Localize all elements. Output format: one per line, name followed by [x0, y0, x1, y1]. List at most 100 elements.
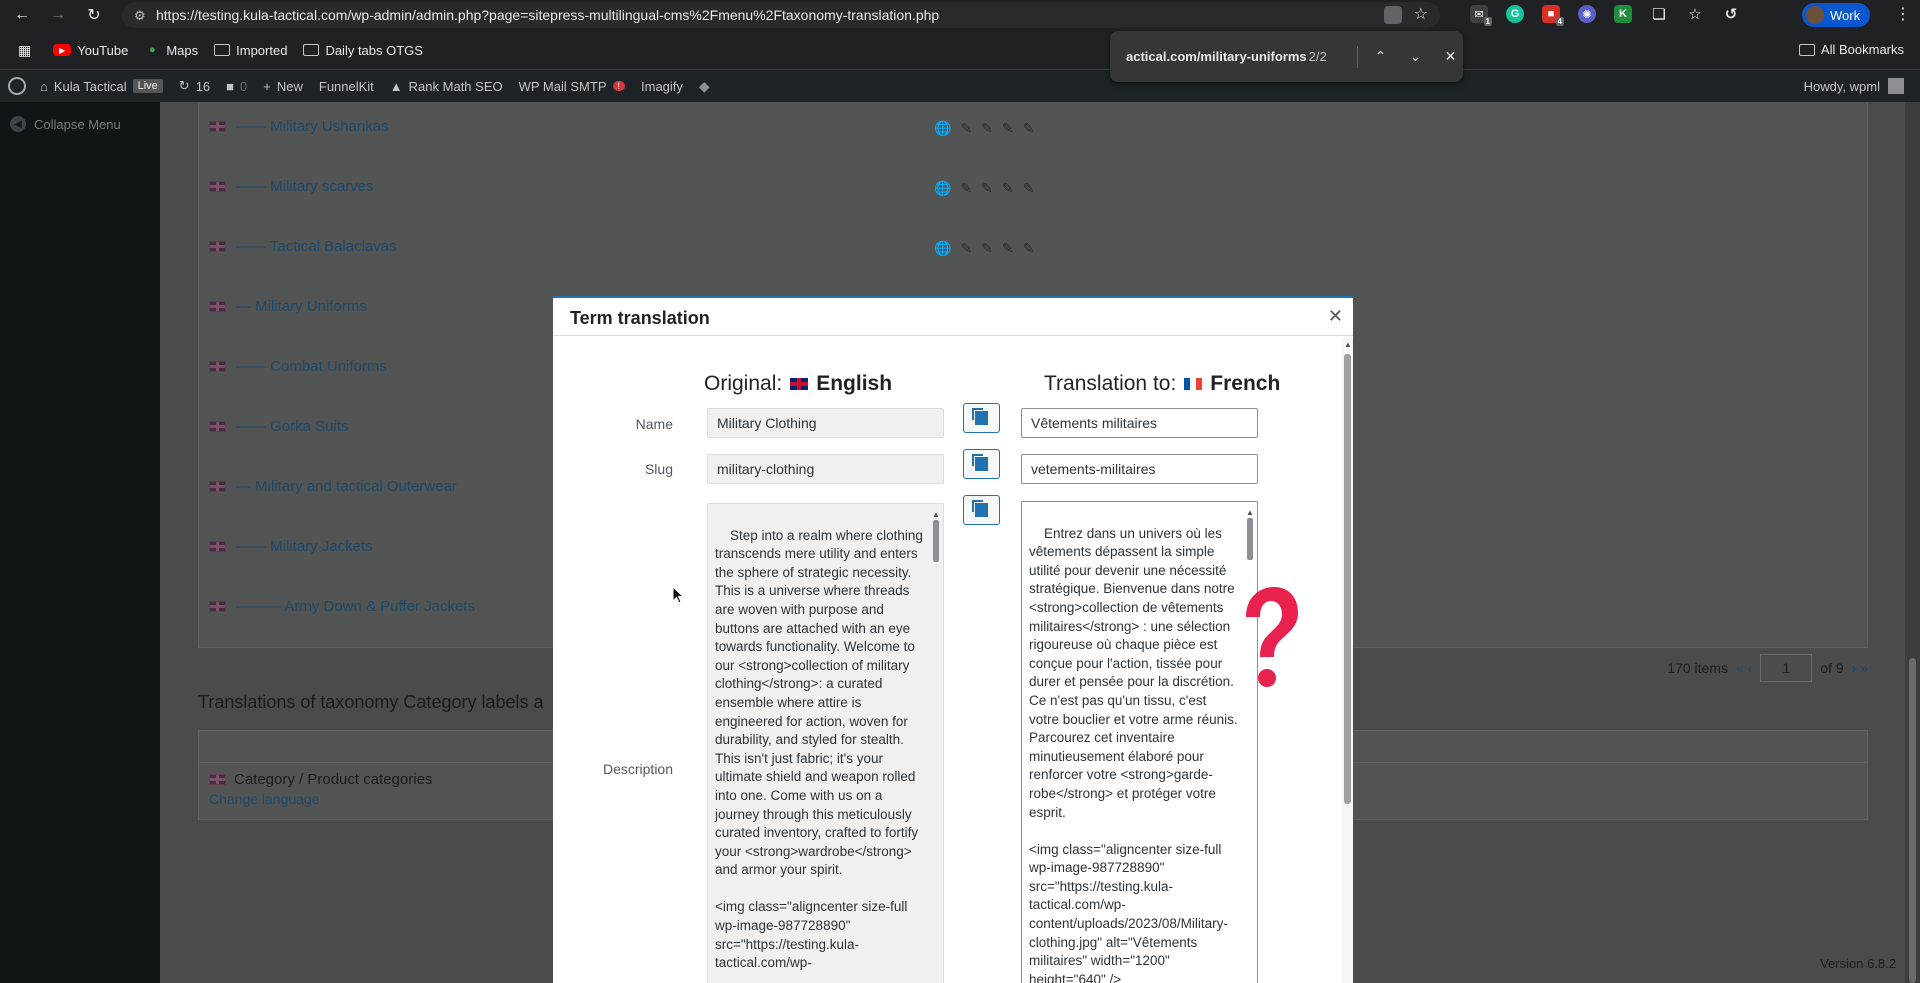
- bookmark-daily-tabs[interactable]: Daily tabs OTGS: [303, 43, 423, 58]
- find-input[interactable]: actical.com/military-uniforms: [1126, 49, 1309, 64]
- plus-icon: +: [263, 78, 271, 94]
- extension-mail-icon[interactable]: ✉ 1: [1470, 5, 1492, 26]
- live-badge: Live: [132, 79, 163, 93]
- dialog-scrollbar[interactable]: ▲: [1342, 338, 1353, 983]
- extensions-puzzle-icon[interactable]: ❏: [1650, 5, 1668, 23]
- pencil-icon[interactable]: ✎: [981, 240, 993, 257]
- description-translation-textarea[interactable]: Entrez dans un univers où les vêtements …: [1021, 501, 1258, 983]
- collapse-menu-button[interactable]: ◀ Collapse Menu: [10, 116, 121, 132]
- term-link[interactable]: —— Military scarves: [236, 178, 374, 195]
- browser-menu-icon[interactable]: ⋮: [1895, 4, 1911, 24]
- updates-link[interactable]: ↻ 16: [179, 78, 210, 94]
- bookmarks-star-icon[interactable]: ☆: [1686, 5, 1704, 23]
- my-account-link[interactable]: Howdy, wpml: [1804, 78, 1904, 94]
- next-page-link[interactable]: › »: [1852, 660, 1868, 676]
- uk-flag-icon: [209, 480, 226, 492]
- pencil-icon[interactable]: ✎: [1002, 120, 1014, 137]
- table-row: —— Tactical Balaclavas: [209, 234, 397, 258]
- term-link[interactable]: ——— Army Down & Puffer Jackets: [236, 598, 475, 615]
- pencil-icon[interactable]: ✎: [981, 180, 993, 197]
- copy-slug-button[interactable]: [963, 449, 1000, 479]
- avatar: [1888, 78, 1904, 94]
- extension-k-icon[interactable]: K: [1614, 5, 1632, 23]
- forward-arrow-icon[interactable]: →: [44, 1, 72, 29]
- page-scrollbar[interactable]: [1905, 102, 1920, 983]
- term-link[interactable]: —— Combat Uniforms: [236, 358, 387, 375]
- rankmath-link[interactable]: ▲ Rank Math SEO: [390, 79, 503, 94]
- slug-translation-input[interactable]: vetements-militaires: [1021, 454, 1258, 484]
- textarea-scrollbar[interactable]: ▲: [931, 506, 941, 983]
- slug-original-field: military-clothing: [707, 454, 944, 484]
- all-bookmarks-button[interactable]: All Bookmarks: [1798, 42, 1904, 57]
- term-link[interactable]: — Military Uniforms: [236, 298, 367, 315]
- profile-button[interactable]: Work: [1802, 3, 1871, 27]
- wp-mail-smtp-link[interactable]: WP Mail SMTP !: [519, 79, 626, 94]
- copy-description-button[interactable]: [963, 495, 1000, 525]
- page-translate-icon[interactable]: [1383, 6, 1402, 24]
- pencil-icon[interactable]: ✎: [1023, 120, 1035, 137]
- help-question-icon[interactable]: [1238, 585, 1300, 695]
- term-translation-dialog: Term translation ✕ Original: English Tra…: [553, 296, 1353, 983]
- uk-flag-icon: [209, 240, 226, 252]
- name-translation-input[interactable]: Vêtements militaires: [1021, 408, 1258, 438]
- original-language-heading: Original: English: [704, 372, 893, 395]
- translation-actions: 🌐 ✎ ✎ ✎ ✎: [934, 177, 1034, 199]
- close-icon[interactable]: ✕: [1328, 306, 1343, 327]
- grammarly-icon[interactable]: G: [1506, 5, 1524, 23]
- term-link[interactable]: —— Tactical Balaclavas: [236, 238, 397, 255]
- pencil-icon[interactable]: ✎: [981, 120, 993, 137]
- current-page-input[interactable]: 1: [1760, 654, 1813, 682]
- bookmark-youtube[interactable]: ▶ YouTube: [53, 43, 128, 58]
- description-label: Description: [602, 761, 673, 777]
- uk-flag-icon: [209, 420, 226, 432]
- term-link[interactable]: —— Military Ushankas: [236, 118, 389, 135]
- change-language-link[interactable]: Change language: [209, 791, 320, 807]
- extension-gear-icon[interactable]: ✺: [1578, 5, 1596, 23]
- term-link[interactable]: —— Gorka Suits: [236, 418, 349, 435]
- site-name-link[interactable]: ⌂ Kula Tactical Live: [40, 79, 163, 94]
- uk-flag-icon: [209, 300, 226, 312]
- globe-icon[interactable]: 🌐: [934, 180, 951, 197]
- pencil-icon[interactable]: ✎: [960, 180, 972, 197]
- address-bar[interactable]: ⚙ https://testing.kula-tactical.com/wp-a…: [122, 2, 1440, 28]
- folder-icon: [303, 44, 320, 56]
- chevron-down-icon[interactable]: ⌄: [1403, 48, 1428, 65]
- bookmark-star-icon[interactable]: ☆: [1414, 6, 1428, 24]
- comments-link[interactable]: ■ 0: [226, 79, 247, 94]
- new-content-link[interactable]: + New: [263, 79, 303, 94]
- extension-red-icon[interactable]: ■ 4: [1542, 5, 1564, 26]
- category-row: Category / Product categories: [209, 771, 432, 788]
- textarea-scrollbar[interactable]: ▲: [1245, 504, 1255, 983]
- uk-flag-icon: [790, 378, 809, 390]
- term-link[interactable]: — Military and tactical Outerwear: [236, 478, 457, 495]
- prev-page-link[interactable]: « ‹: [1736, 660, 1752, 676]
- uk-flag-icon: [209, 180, 226, 192]
- wordpress-logo-icon[interactable]: [8, 77, 26, 95]
- pencil-icon[interactable]: ✎: [960, 240, 972, 257]
- close-icon[interactable]: ✕: [1438, 48, 1463, 65]
- pencil-icon[interactable]: ✎: [1002, 240, 1014, 257]
- pencil-icon[interactable]: ✎: [1023, 180, 1035, 197]
- folder-icon: [1798, 43, 1815, 56]
- globe-icon[interactable]: 🌐: [934, 120, 951, 137]
- item-count: 170 items: [1667, 660, 1728, 676]
- site-settings-icon[interactable]: ⚙: [134, 8, 146, 24]
- wpml-diamond-icon[interactable]: ◆: [699, 78, 710, 95]
- globe-icon[interactable]: 🌐: [934, 240, 951, 257]
- back-arrow-icon[interactable]: ←: [8, 1, 36, 29]
- funnelkit-link[interactable]: FunnelKit: [319, 79, 374, 94]
- bookmark-imported[interactable]: Imported: [214, 43, 287, 58]
- bookmark-maps[interactable]: ● Maps: [144, 42, 198, 58]
- pencil-icon[interactable]: ✎: [1023, 240, 1035, 257]
- imagify-link[interactable]: Imagify: [641, 79, 683, 94]
- copy-name-button[interactable]: [963, 403, 1000, 433]
- pencil-icon[interactable]: ✎: [960, 120, 972, 137]
- chevron-up-icon[interactable]: ⌃: [1368, 48, 1393, 65]
- term-link[interactable]: —— Military Jackets: [236, 538, 373, 555]
- section-title: Translations of taxonomy Category labels…: [198, 692, 544, 712]
- apps-grid-icon[interactable]: ▦: [18, 42, 31, 59]
- reload-icon[interactable]: ↻: [80, 1, 108, 29]
- pencil-icon[interactable]: ✎: [1002, 180, 1014, 197]
- history-icon[interactable]: ↺: [1722, 5, 1740, 23]
- home-icon: ⌂: [40, 78, 48, 94]
